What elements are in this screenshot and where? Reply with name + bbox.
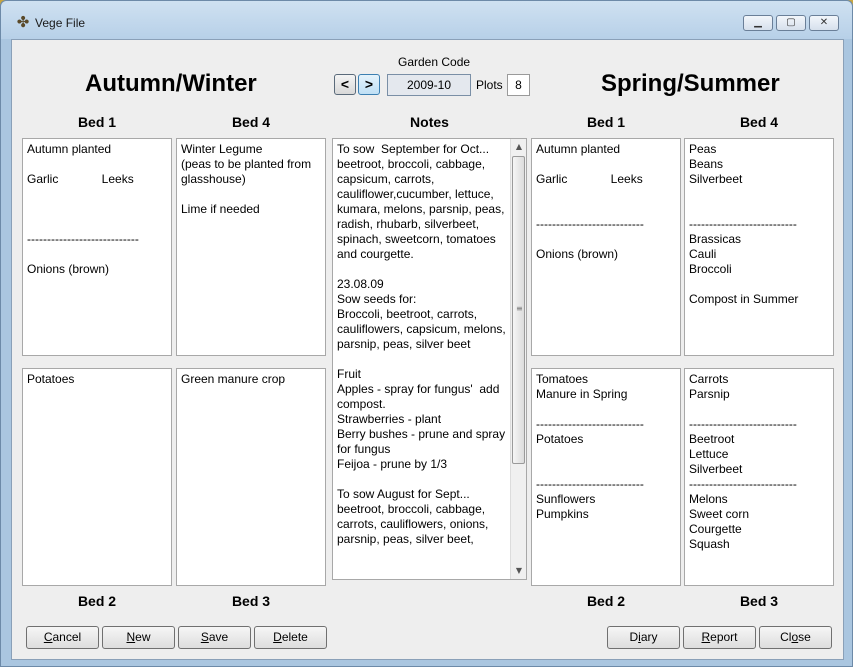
minimize-button[interactable]: ▁: [743, 15, 773, 31]
ss-bed4-textarea[interactable]: Peas Beans Silverbeet ------------------…: [684, 138, 834, 356]
ss-bed1-textarea[interactable]: Autumn planted Garlic Leeks ------------…: [531, 138, 681, 356]
ss-bed2-heading: Bed 2: [586, 593, 626, 609]
notes-area: To sow September for Oct... beetroot, br…: [332, 138, 527, 580]
save-mnemonic: S: [200, 630, 209, 644]
aw-bed3-heading: Bed 3: [231, 593, 271, 609]
delete-mnemonic: D: [273, 630, 282, 644]
cancel-button[interactable]: Cancel: [26, 626, 99, 649]
ss-bed3-textarea[interactable]: Carrots Parsnip ------------------------…: [684, 368, 834, 586]
ss-bed2-textarea[interactable]: Tomatoes Manure in Spring --------------…: [531, 368, 681, 586]
aw-bed4-heading: Bed 4: [231, 114, 271, 130]
diary-label: ary: [640, 630, 658, 644]
notes-scrollbar[interactable]: ▲ ≡ ▼: [510, 139, 526, 579]
save-label: ave: [208, 630, 229, 644]
ss-bed1-heading: Bed 1: [586, 114, 626, 130]
diary-button[interactable]: Diary: [607, 626, 680, 649]
aw-bed1-heading: Bed 1: [77, 114, 117, 130]
scroll-grip-icon: ≡: [516, 304, 523, 313]
app-icon: ✤: [16, 13, 30, 31]
close-button[interactable]: Close: [759, 626, 832, 649]
close-label: se: [798, 630, 811, 644]
new-label: ew: [135, 630, 151, 644]
diary-prefix: D: [629, 630, 639, 644]
app-window: ✤ Vege File ▁ ▢ ✕ Autumn/Winter Spring/S…: [0, 0, 853, 667]
report-label: eport: [710, 630, 738, 644]
notes-heading: Notes: [410, 114, 449, 130]
scroll-thumb[interactable]: ≡: [512, 156, 525, 464]
ss-bed3-heading: Bed 3: [739, 593, 779, 609]
title-bar[interactable]: ✤ Vege File ▁ ▢ ✕: [1, 1, 852, 39]
next-code-button[interactable]: >: [358, 74, 380, 95]
notes-textarea[interactable]: To sow September for Oct... beetroot, br…: [333, 139, 510, 579]
plots-field[interactable]: 8: [507, 74, 530, 96]
aw-bed4-textarea[interactable]: Winter Legume (peas to be planted from g…: [176, 138, 326, 356]
save-button[interactable]: Save: [178, 626, 251, 649]
new-button[interactable]: New: [102, 626, 175, 649]
main-panel: Autumn/Winter Spring/Summer Garden Code …: [11, 39, 844, 660]
close-prefix: Cl: [780, 630, 792, 644]
ss-bed4-heading: Bed 4: [739, 114, 779, 130]
spring-summer-title: Spring/Summer: [601, 70, 780, 97]
window-title: Vege File: [35, 16, 86, 30]
maximize-button[interactable]: ▢: [776, 15, 806, 31]
delete-label: elete: [281, 630, 308, 644]
close-window-button[interactable]: ✕: [809, 15, 839, 31]
new-mnemonic: N: [126, 630, 136, 644]
garden-code-label: Garden Code: [398, 55, 471, 69]
aw-bed3-textarea[interactable]: Green manure crop: [176, 368, 326, 586]
delete-button[interactable]: Delete: [254, 626, 327, 649]
report-button[interactable]: Report: [683, 626, 756, 649]
cancel-label: ancel: [52, 630, 82, 644]
report-mnemonic: R: [701, 630, 711, 644]
aw-bed1-textarea[interactable]: Autumn planted Garlic Leeks ------------…: [22, 138, 172, 356]
scroll-up-arrow-icon[interactable]: ▲: [511, 139, 527, 155]
aw-bed2-textarea[interactable]: Potatoes: [22, 368, 172, 586]
previous-code-button[interactable]: <: [334, 74, 356, 95]
plots-label: Plots: [476, 78, 503, 92]
scroll-down-arrow-icon[interactable]: ▼: [511, 563, 527, 579]
garden-code-field[interactable]: 2009-10: [387, 74, 471, 96]
autumn-winter-title: Autumn/Winter: [85, 70, 257, 97]
aw-bed2-heading: Bed 2: [77, 593, 117, 609]
